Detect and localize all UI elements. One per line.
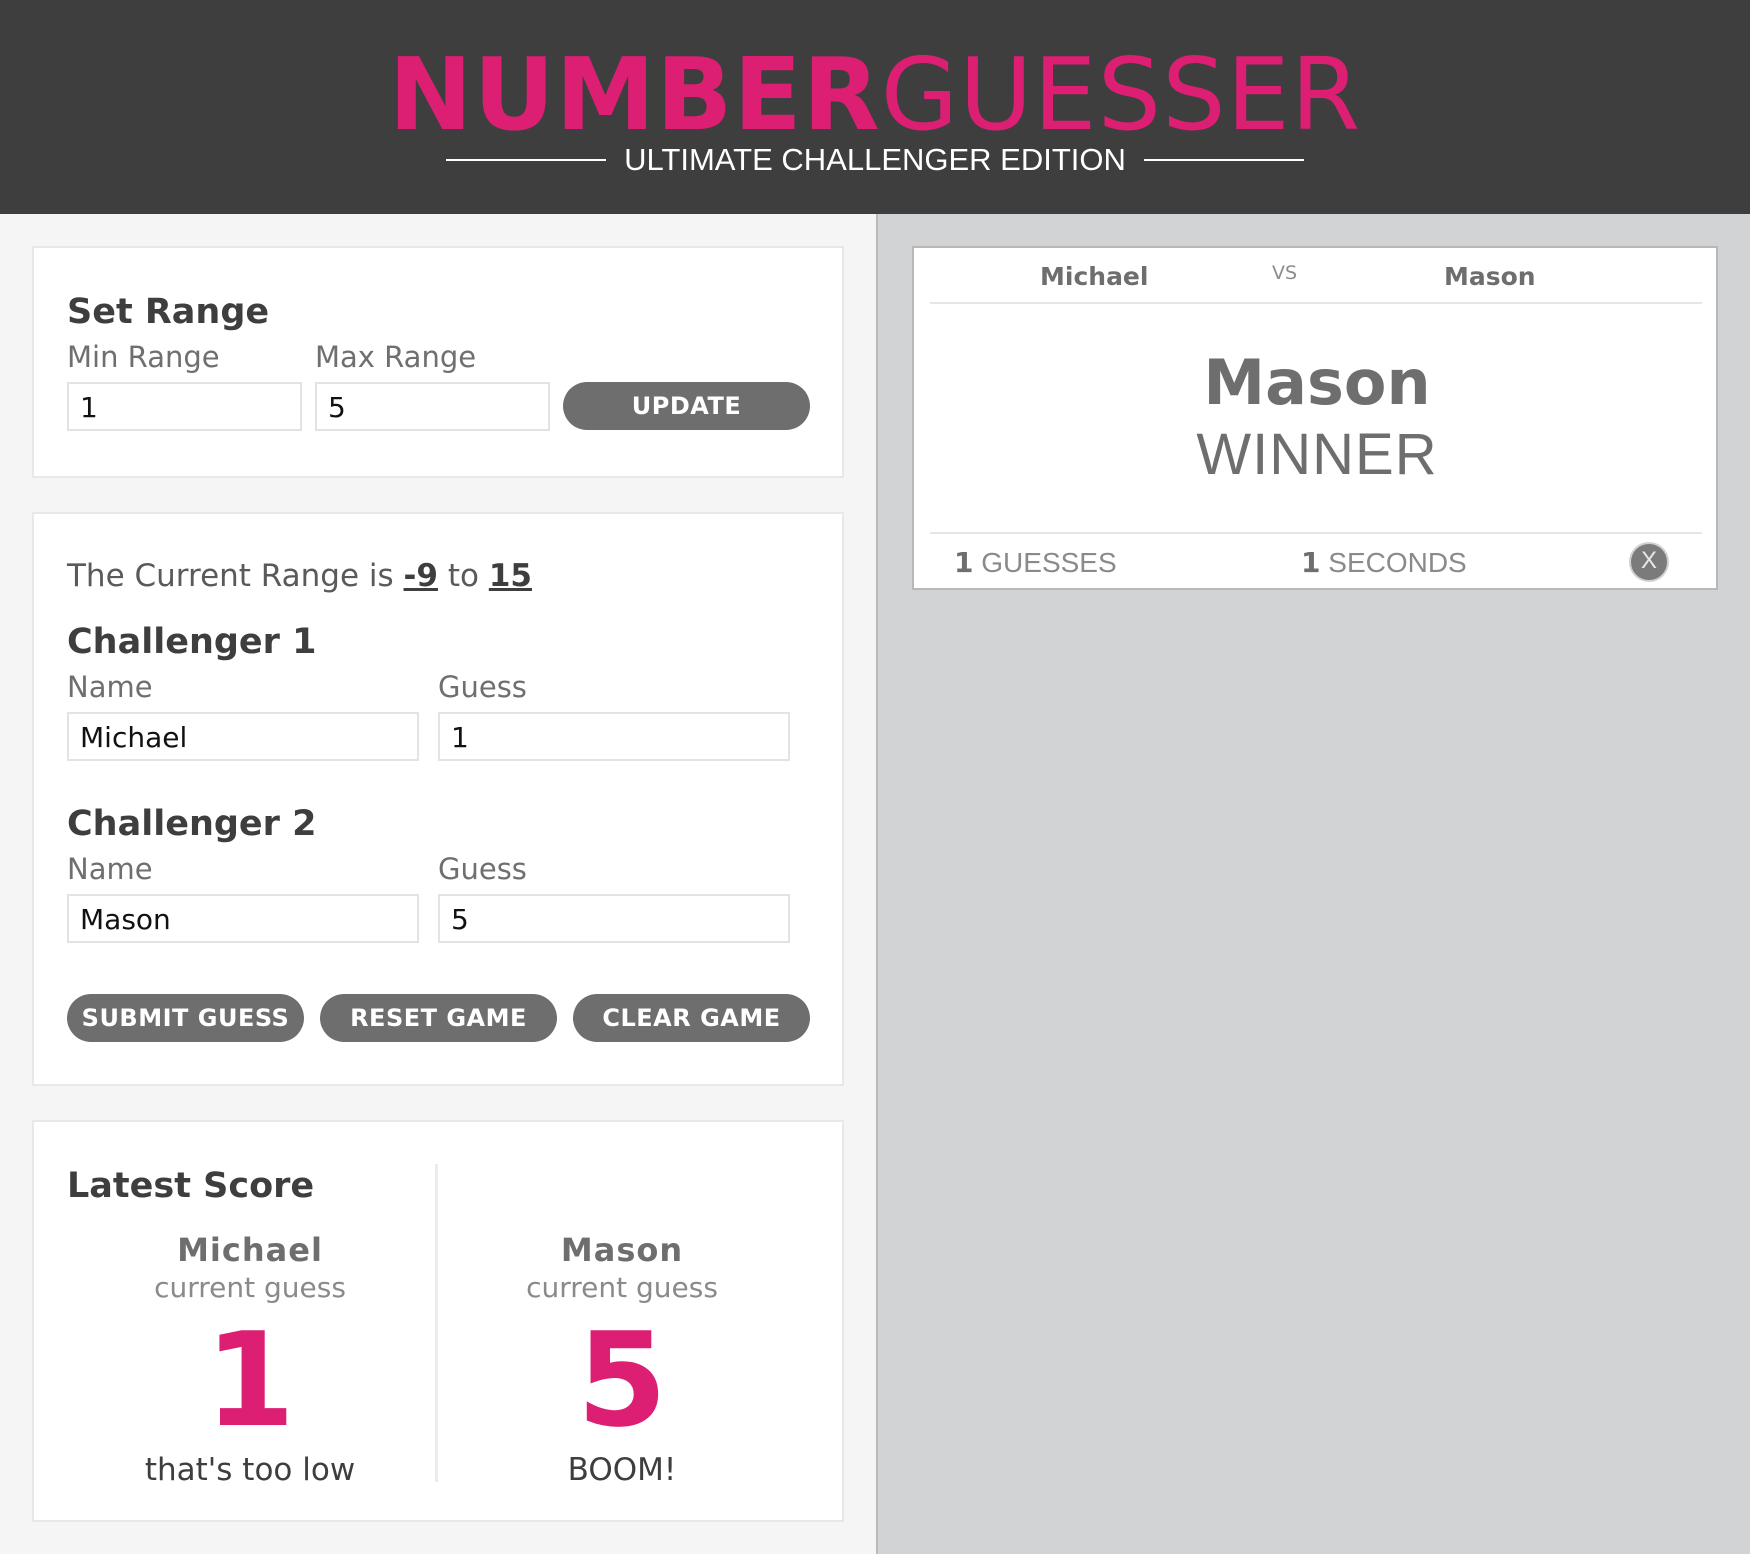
card-challenger-1: Michael: [1040, 262, 1149, 291]
score-player-name: Mason: [560, 1231, 684, 1269]
range-prefix: The Current Range is: [67, 558, 394, 594]
seconds-label: SECONDS: [1328, 547, 1467, 578]
score-subtitle: current guess: [154, 1271, 346, 1304]
subtitle-divider-left: [446, 159, 607, 161]
subtitle-divider-right: [1143, 159, 1304, 161]
update-button[interactable]: UPDATE: [563, 382, 810, 430]
challenger-2-guess-input[interactable]: 5: [438, 894, 790, 943]
winner-label: WINNER: [1196, 422, 1438, 487]
card-vs-label: VS: [1272, 262, 1298, 284]
card-challenger-2: Mason: [1444, 262, 1536, 291]
challenger-1-name-label: Name: [67, 670, 153, 704]
set-range-panel: Set Range Min Range Max Range 1 5 UPDATE: [32, 246, 844, 478]
reset-game-button[interactable]: RESET GAME: [320, 994, 557, 1042]
score-column-player-1: Michael current guess 1 that's too low: [85, 1230, 415, 1490]
current-range-text: The Current Range is -9 to 15: [67, 558, 532, 594]
min-range-input[interactable]: 1: [67, 382, 302, 431]
range-joiner: to: [447, 558, 479, 594]
subtitle-row: ULTIMATE CHALLENGER EDITION: [0, 140, 1750, 180]
latest-score-heading: Latest Score: [67, 1166, 315, 1206]
score-guess-number: 5: [576, 1304, 668, 1456]
left-column: Set Range Min Range Max Range 1 5 UPDATE…: [0, 214, 876, 1554]
card-matchup: Michael VS Mason: [930, 248, 1702, 304]
app-subtitle: ULTIMATE CHALLENGER EDITION: [624, 142, 1126, 177]
latest-score-panel: Latest Score Michael current guess 1 tha…: [32, 1120, 844, 1522]
card-stats: 1 GUESSES 1 SECONDS X: [930, 532, 1702, 590]
submit-guess-button[interactable]: SUBMIT GUESS: [67, 994, 304, 1042]
max-range-input[interactable]: 5: [315, 382, 550, 431]
range-min-value: -9: [403, 558, 438, 594]
challenger-1-guess-label: Guess: [438, 670, 527, 704]
challenger-2-name-label: Name: [67, 852, 153, 886]
score-guess-number: 1: [204, 1304, 296, 1456]
min-range-label: Min Range: [67, 340, 220, 374]
challenger-2-guess-label: Guess: [438, 852, 527, 886]
app-logo: NUMBERGUESSER: [0, 40, 1750, 150]
set-range-heading: Set Range: [67, 292, 270, 332]
score-feedback: that's too low: [144, 1452, 356, 1488]
score-column-player-2: Mason current guess 5 BOOM!: [457, 1230, 787, 1490]
app-header: NUMBERGUESSER ULTIMATE CHALLENGER EDITIO…: [0, 0, 1750, 214]
challenger-2-name-input[interactable]: Mason: [67, 894, 419, 943]
score-subtitle: current guess: [526, 1271, 718, 1304]
close-card-button[interactable]: X: [1629, 542, 1669, 582]
challenger-2-heading: Challenger 2: [67, 804, 317, 844]
results-column: Michael VS Mason Mason WINNER 1 GUESSES …: [876, 214, 1750, 1554]
seconds-stat: 1 SECONDS: [1301, 546, 1467, 579]
guesses-stat: 1 GUESSES: [954, 546, 1117, 579]
guesses-label: GUESSES: [981, 547, 1117, 578]
score-feedback: BOOM!: [567, 1452, 677, 1488]
seconds-count: 1: [1301, 546, 1321, 579]
logo-bold-text: NUMBER: [388, 36, 881, 153]
guesses-count: 1: [954, 546, 974, 579]
challenger-1-heading: Challenger 1: [67, 622, 317, 662]
score-divider: [435, 1164, 438, 1482]
max-range-label: Max Range: [315, 340, 477, 374]
winner-name: Mason: [1203, 346, 1431, 419]
clear-game-button[interactable]: CLEAR GAME: [573, 994, 810, 1042]
range-max-value: 15: [488, 558, 532, 594]
game-panel: The Current Range is -9 to 15 Challenger…: [32, 512, 844, 1086]
challenger-1-name-input[interactable]: Michael: [67, 712, 419, 761]
challenger-1-guess-input[interactable]: 1: [438, 712, 790, 761]
logo-light-text: GUESSER: [880, 36, 1362, 153]
winner-card: Michael VS Mason Mason WINNER 1 GUESSES …: [912, 246, 1718, 590]
score-player-name: Michael: [177, 1231, 323, 1269]
